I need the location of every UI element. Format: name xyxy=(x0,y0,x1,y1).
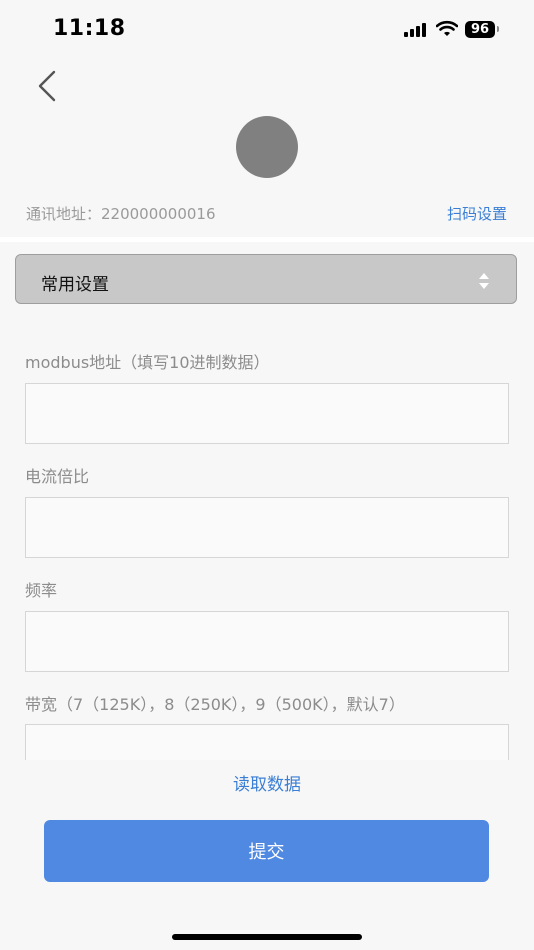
device-info-row: 通讯地址：220000000016 扫码设置 xyxy=(0,190,534,236)
current-ratio-label: 电流倍比 xyxy=(25,467,90,486)
status-bar: 11:18 96 xyxy=(0,0,534,60)
settings-category-select[interactable]: 常用设置 xyxy=(15,254,517,304)
current-ratio-input[interactable] xyxy=(25,497,509,558)
chevron-left-icon xyxy=(38,70,56,102)
wifi-icon xyxy=(436,20,458,36)
submit-button[interactable]: 提交 xyxy=(44,820,489,882)
modbus-address-label: modbus地址（填写10进制数据） xyxy=(25,353,270,372)
up-down-arrows-icon xyxy=(479,273,489,289)
bandwidth-label: 带宽（7（125K），8（250K），9（500K），默认7） xyxy=(25,695,405,714)
read-data-link[interactable]: 读取数据 xyxy=(0,770,534,795)
battery-icon: 96 xyxy=(465,21,495,38)
frequency-label: 频率 xyxy=(25,581,58,600)
battery-tip xyxy=(497,26,499,32)
selected-settings-category: 常用设置 xyxy=(41,275,109,295)
back-button[interactable] xyxy=(30,66,66,106)
bandwidth-input[interactable] xyxy=(25,724,509,760)
communication-address: 通讯地址：220000000016 xyxy=(26,205,216,223)
settings-form[interactable]: modbus地址（填写10进制数据） 电流倍比 频率 带宽（7（125K），8（… xyxy=(0,330,534,760)
home-indicator xyxy=(172,934,362,940)
modbus-address-input[interactable] xyxy=(25,383,509,444)
scan-settings-link[interactable]: 扫码设置 xyxy=(447,203,507,224)
avatar xyxy=(236,116,298,178)
frequency-input[interactable] xyxy=(25,611,509,672)
section-divider xyxy=(0,237,534,242)
cellular-signal-icon xyxy=(404,23,428,37)
status-time: 11:18 xyxy=(53,16,126,41)
